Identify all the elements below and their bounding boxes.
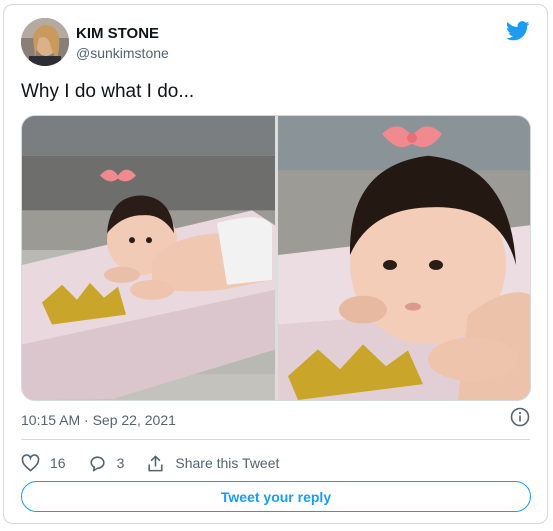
divider bbox=[21, 439, 530, 440]
reply-icon bbox=[89, 455, 105, 471]
author-handle[interactable]: @sunkimstone bbox=[76, 45, 169, 61]
tweet-actions: 16 3 Share this Tweet bbox=[21, 452, 301, 474]
share-icon bbox=[148, 455, 163, 471]
share-label: Share this Tweet bbox=[175, 455, 280, 471]
baby-photo-2[interactable] bbox=[278, 116, 530, 400]
info-icon[interactable] bbox=[510, 407, 530, 427]
heart-icon bbox=[21, 453, 40, 472]
tweet-your-reply-button[interactable]: Tweet your reply bbox=[21, 481, 531, 512]
like-count: 16 bbox=[50, 455, 66, 471]
like-button[interactable]: 16 bbox=[21, 453, 66, 473]
twitter-bird-icon[interactable] bbox=[505, 21, 530, 41]
reply-button[interactable]: 3 bbox=[88, 454, 125, 473]
share-button[interactable]: Share this Tweet bbox=[146, 454, 279, 473]
reply-count: 3 bbox=[116, 455, 125, 471]
author-name[interactable]: KIM STONE bbox=[76, 25, 159, 42]
avatar[interactable] bbox=[21, 18, 69, 66]
tweet-media[interactable] bbox=[21, 115, 531, 401]
baby-photo-1[interactable] bbox=[22, 116, 275, 400]
tweet-card: KIM STONE @sunkimstone Why I do what I d… bbox=[3, 4, 548, 524]
tweet-text: Why I do what I do... bbox=[21, 81, 195, 102]
tweet-timestamp[interactable]: 10:15 AM · Sep 22, 2021 bbox=[21, 412, 176, 428]
